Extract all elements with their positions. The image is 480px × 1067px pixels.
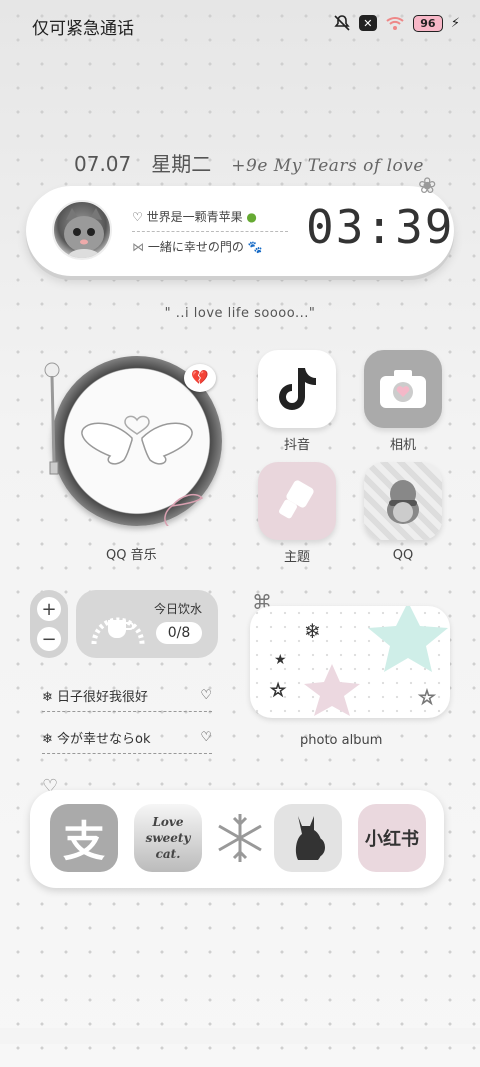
app-label-douyin: 抖音 [283,438,310,453]
heart-icon: ♡ [200,688,212,703]
dock: 支 Love sweety cat. 小红书 [30,790,444,888]
time-widget-text: ♡ 世界是一颗青苹果 ● ⋈ 一緒に幸せの門の 🐾 [132,208,288,255]
navigation-bar [0,1028,480,1044]
water-minus-button[interactable]: − [37,627,61,651]
date-widget[interactable]: 07.07 星期二 +9e My Tears of love [74,148,424,177]
theme-brush-icon [258,462,336,540]
love-cat-text: Love sweety cat. [145,815,191,861]
qq-penguin-icon [364,462,442,540]
svg-text:❄: ❄ [304,619,321,643]
app-label-theme: 主题 [283,550,310,565]
tone-arm [44,362,60,475]
water-stepper: + − [30,590,68,658]
quote-text: " ..i love life soooo..." [164,306,316,321]
water-count: 0/8 [156,622,202,644]
water-title: 今日饮水 [154,602,203,616]
motto-text: +9e My Tears of love [231,156,424,176]
carrier-text: 仅可紧急通话 [32,19,134,39]
note-item: ❄ 日子很好我很好 ♡ [42,680,212,712]
heart-icon: ♡ [200,730,212,745]
xiaohongshu-app[interactable]: 小红书 [358,804,426,872]
alipay-glyph: 支 [62,816,105,866]
photo-album-label: photo album [300,733,383,748]
status-icons: ✕ 96 ⚡ [333,14,460,32]
note-text: 日子很好我很好 [57,690,149,705]
snowflake-icon: ❄ [42,732,53,747]
app-label-qq: QQ [392,548,414,563]
qq-music-label: QQ 音乐 [106,548,157,563]
water-plus-button[interactable]: + [37,597,61,621]
water-tracker-widget[interactable]: 今日饮水 0/8 [76,590,218,658]
no-sim-icon: ✕ [358,15,377,31]
xiaohongshu-text: 小红书 [365,829,419,850]
svg-text:★: ★ [274,652,287,668]
app-douyin[interactable] [258,350,336,428]
charging-icon: ⚡ [450,15,460,31]
weekday-text: 星期二 [151,152,212,176]
app-theme[interactable] [258,462,336,540]
alipay-app[interactable]: 支 [50,804,118,872]
love-cat-app[interactable]: Love sweety cat. [134,804,202,872]
app-qq[interactable] [364,462,442,540]
svg-text:☆: ☆ [418,685,436,709]
note-item: ❄ 今が幸せならok ♡ [42,722,212,754]
clock-time: 03:39 [306,200,455,254]
cat-app[interactable] [274,804,342,872]
douyin-icon [258,350,336,428]
cup-gauge-icon [88,600,148,648]
battery-icon: 96 [412,14,443,32]
status-bar: 仅可紧急通话 ✕ 96 ⚡ [0,0,480,50]
snowflake-icon: ❄ [42,690,53,705]
broken-heart-icon: 💔 [184,364,216,392]
camera-icon [364,350,442,428]
date-text: 07.07 [74,152,132,176]
cat-avatar [52,200,112,260]
clock-widget[interactable]: ❀ ♡ 世界是一颗青苹果 ● ⋈ 一緒に幸せの門の 🐾 03:39 [26,174,455,276]
qq-music-widget[interactable]: 💔 [44,356,224,536]
note-text: 今が幸せならok [57,732,151,747]
butterfly-icon: ❀ [418,174,437,199]
app-camera[interactable] [364,350,442,428]
time-widget-line2: ⋈ 一緒に幸せの門の 🐾 [132,240,263,254]
mute-icon [333,14,351,32]
app-label-camera: 相机 [389,438,416,453]
svg-text:☆: ☆ [270,680,286,701]
photo-album-widget[interactable]: ❄ ★ ☆ ☆ [250,606,450,718]
snowflake-icon[interactable] [206,804,274,872]
wifi-icon [385,15,405,31]
time-widget-line1: ♡ 世界是一颗青苹果 ● [132,208,288,232]
